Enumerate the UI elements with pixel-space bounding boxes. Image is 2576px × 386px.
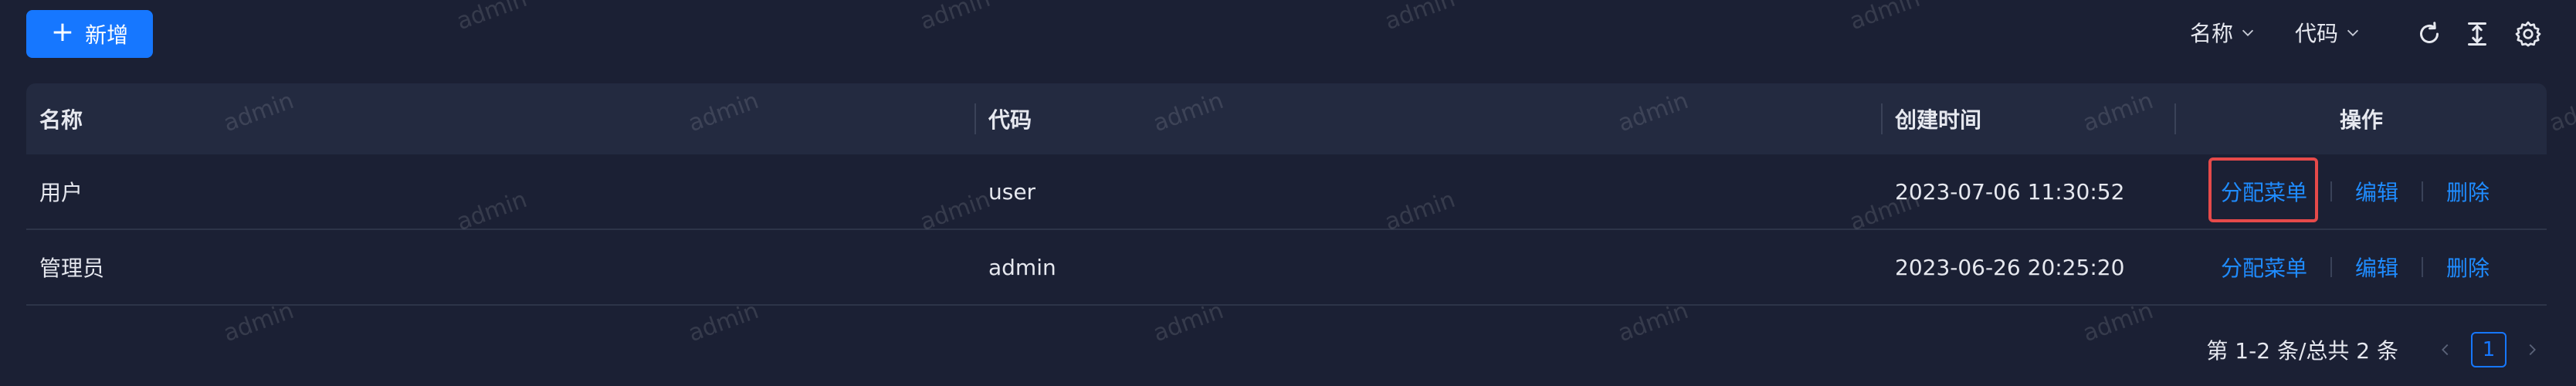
edit-link[interactable]: 编辑 bbox=[2355, 252, 2398, 283]
pagination-summary: 第 1-2 条/总共 2 条 bbox=[2206, 338, 2398, 364]
code-filter-dropdown[interactable]: 代码 bbox=[2295, 17, 2361, 48]
column-header-actions: 操作 bbox=[2339, 107, 2383, 133]
edit-link[interactable]: 编辑 bbox=[2355, 176, 2398, 207]
watermark: admin bbox=[2545, 86, 2576, 138]
chevron-left-icon[interactable] bbox=[2437, 341, 2454, 358]
plus-icon: + bbox=[50, 16, 75, 48]
cell-created-time: 2023-06-26 20:25:20 bbox=[1895, 254, 2125, 280]
cell-name: 管理员 bbox=[39, 256, 105, 281]
cell-created-time: 2023-07-06 11:30:52 bbox=[1895, 178, 2125, 205]
cell-code: user bbox=[988, 178, 1036, 205]
chevron-right-icon[interactable] bbox=[2523, 341, 2540, 358]
cell-code: admin bbox=[988, 254, 1056, 280]
add-button[interactable]: + 新增 bbox=[26, 10, 153, 58]
chevron-down-icon bbox=[2347, 29, 2359, 36]
delete-link[interactable]: 删除 bbox=[2446, 252, 2490, 283]
roles-table: 名称 代码 创建时间 操作 用户 user 2023-07-06 11:30:5… bbox=[26, 83, 2547, 306]
add-button-label: 新增 bbox=[85, 22, 129, 48]
cell-name: 用户 bbox=[39, 180, 83, 205]
column-header-code: 代码 bbox=[988, 107, 1032, 133]
pagination: 第 1-2 条/总共 2 条 1 bbox=[2206, 332, 2550, 367]
action-divider bbox=[2422, 257, 2424, 277]
column-header-name: 名称 bbox=[39, 107, 83, 133]
row-actions: 分配菜单 编辑 删除 bbox=[2221, 230, 2490, 304]
column-height-icon[interactable] bbox=[2463, 20, 2491, 48]
column-header-created: 创建时间 bbox=[1895, 107, 1982, 133]
roles-page: + 新增 名称 代码 名称 代码 创建时间 操作 用户 user 2023-07… bbox=[0, 0, 2576, 386]
name-filter-dropdown[interactable]: 名称 bbox=[2190, 17, 2256, 48]
table-header: 名称 代码 创建时间 操作 bbox=[26, 83, 2547, 154]
column-divider bbox=[974, 103, 976, 134]
table-row: 用户 user 2023-07-06 11:30:52 分配菜单 编辑 删除 bbox=[26, 154, 2547, 230]
table-row: 管理员 admin 2023-06-26 20:25:20 分配菜单 编辑 删除 bbox=[26, 230, 2547, 306]
highlight-box bbox=[2208, 157, 2318, 222]
delete-link[interactable]: 删除 bbox=[2446, 176, 2490, 207]
assign-menu-link[interactable]: 分配菜单 bbox=[2221, 252, 2307, 283]
action-divider bbox=[2330, 257, 2333, 277]
column-divider bbox=[1881, 103, 1883, 134]
code-filter-label: 代码 bbox=[2295, 21, 2339, 46]
name-filter-label: 名称 bbox=[2190, 21, 2234, 46]
chevron-down-icon bbox=[2242, 29, 2254, 36]
toolbar: + 新增 名称 代码 bbox=[0, 0, 2576, 69]
page-button-current[interactable]: 1 bbox=[2471, 332, 2507, 367]
refresh-icon[interactable] bbox=[2415, 20, 2443, 48]
settings-icon[interactable] bbox=[2514, 20, 2542, 48]
action-divider bbox=[2422, 181, 2424, 201]
action-divider bbox=[2330, 181, 2333, 201]
